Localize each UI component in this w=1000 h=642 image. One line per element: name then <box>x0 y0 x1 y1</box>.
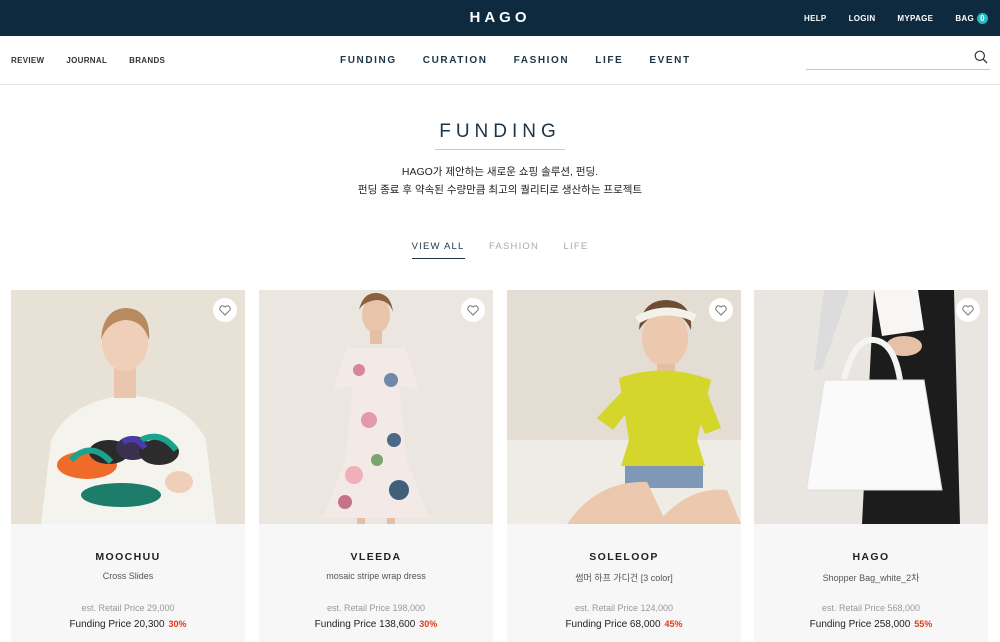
page-title: FUNDING <box>439 121 561 142</box>
filter-tab-fashion[interactable]: FASHION <box>489 241 539 258</box>
nav-funding[interactable]: FUNDING <box>340 55 397 66</box>
nav-fashion[interactable]: FASHION <box>514 55 570 66</box>
search-input[interactable] <box>806 46 966 68</box>
retail-price: est. Retail Price 29,000 <box>81 603 175 613</box>
product-brand[interactable]: VLEEDA <box>259 551 493 563</box>
nav-brands[interactable]: BRANDS <box>129 56 165 65</box>
title-divider <box>435 149 565 150</box>
category-filter-tabs: VIEW ALL FASHION LIFE <box>0 236 1000 259</box>
wishlist-button[interactable] <box>956 298 980 322</box>
nav-life[interactable]: LIFE <box>595 55 623 66</box>
utility-links: HELP LOGIN MYPAGE BAG 0 <box>782 13 988 24</box>
funding-price: Funding Price 258,000 <box>809 619 911 630</box>
search-icon[interactable] <box>974 50 988 64</box>
wishlist-button[interactable] <box>213 298 237 322</box>
login-link[interactable]: LOGIN <box>849 14 876 23</box>
filter-tab-life[interactable]: LIFE <box>564 241 589 258</box>
product-name[interactable]: Cross Slides <box>11 571 245 581</box>
main-nav: FUNDING CURATION FASHION LIFE EVENT <box>340 55 717 66</box>
funding-price-row: Funding Price 138,600 30% <box>259 619 493 630</box>
product-image[interactable] <box>754 290 988 524</box>
funding-price-row: Funding Price 20,300 30% <box>11 619 245 630</box>
filter-tab-view-all[interactable]: VIEW ALL <box>411 241 465 259</box>
retail-price: est. Retail Price 568,000 <box>821 603 921 613</box>
page-subtitle-line2: 펀딩 종료 후 약속된 수량만큼 최고의 퀄리티로 생산하는 프로젝트 <box>357 184 643 196</box>
secondary-nav: REVIEW JOURNAL BRANDS <box>11 56 187 65</box>
discount-rate: 55% <box>914 619 933 629</box>
product-brand[interactable]: MOOCHUU <box>11 551 245 563</box>
product-image[interactable] <box>507 290 741 524</box>
product-card[interactable]: SOLELOOP 썸머 하프 가디건 [3 color] est. Retail… <box>507 290 741 642</box>
nav-curation[interactable]: CURATION <box>423 55 488 66</box>
product-card[interactable]: HAGO Shopper Bag_white_2차 est. Retail Pr… <box>754 290 988 642</box>
nav-event[interactable]: EVENT <box>649 55 690 66</box>
bag-count-badge[interactable]: 0 <box>977 13 988 24</box>
heart-icon <box>219 304 231 316</box>
funding-price-row: Funding Price 68,000 45% <box>507 619 741 630</box>
discount-rate: 30% <box>419 619 438 629</box>
wishlist-button[interactable] <box>461 298 485 322</box>
heart-icon <box>467 304 479 316</box>
search-box <box>806 46 990 70</box>
nav-journal[interactable]: JOURNAL <box>66 56 107 65</box>
product-card[interactable]: VLEEDA mosaic stripe wrap dress est. Ret… <box>259 290 493 642</box>
retail-price: est. Retail Price 198,000 <box>326 603 426 613</box>
product-name[interactable]: mosaic stripe wrap dress <box>259 571 493 581</box>
product-image[interactable] <box>259 290 493 524</box>
mypage-link[interactable]: MYPAGE <box>897 14 933 23</box>
product-brand[interactable]: SOLELOOP <box>507 551 741 563</box>
wishlist-button[interactable] <box>709 298 733 322</box>
funding-price: Funding Price 138,600 <box>314 619 416 630</box>
product-name[interactable]: 썸머 하프 가디건 [3 color] <box>507 571 741 584</box>
funding-price: Funding Price 20,300 <box>69 619 165 630</box>
product-brand[interactable]: HAGO <box>754 551 988 563</box>
product-card[interactable]: MOOCHUU Cross Slides est. Retail Price 2… <box>11 290 245 642</box>
nav-bar: REVIEW JOURNAL BRANDS FUNDING CURATION F… <box>0 36 1000 85</box>
nav-review[interactable]: REVIEW <box>11 56 44 65</box>
retail-price: est. Retail Price 124,000 <box>574 603 674 613</box>
product-name[interactable]: Shopper Bag_white_2차 <box>754 571 988 584</box>
top-header: HAGO HELP LOGIN MYPAGE BAG 0 <box>0 0 1000 36</box>
heart-icon <box>715 304 727 316</box>
bag-link[interactable]: BAG <box>955 14 974 23</box>
page-subtitle-line1: HAGO가 제안하는 새로운 쇼핑 솔루션, 펀딩. <box>401 166 599 178</box>
discount-rate: 45% <box>664 619 683 629</box>
discount-rate: 30% <box>168 619 187 629</box>
product-image[interactable] <box>11 290 245 524</box>
heart-icon <box>962 304 974 316</box>
help-link[interactable]: HELP <box>804 14 827 23</box>
funding-price-row: Funding Price 258,000 55% <box>754 619 988 630</box>
funding-price: Funding Price 68,000 <box>565 619 661 630</box>
